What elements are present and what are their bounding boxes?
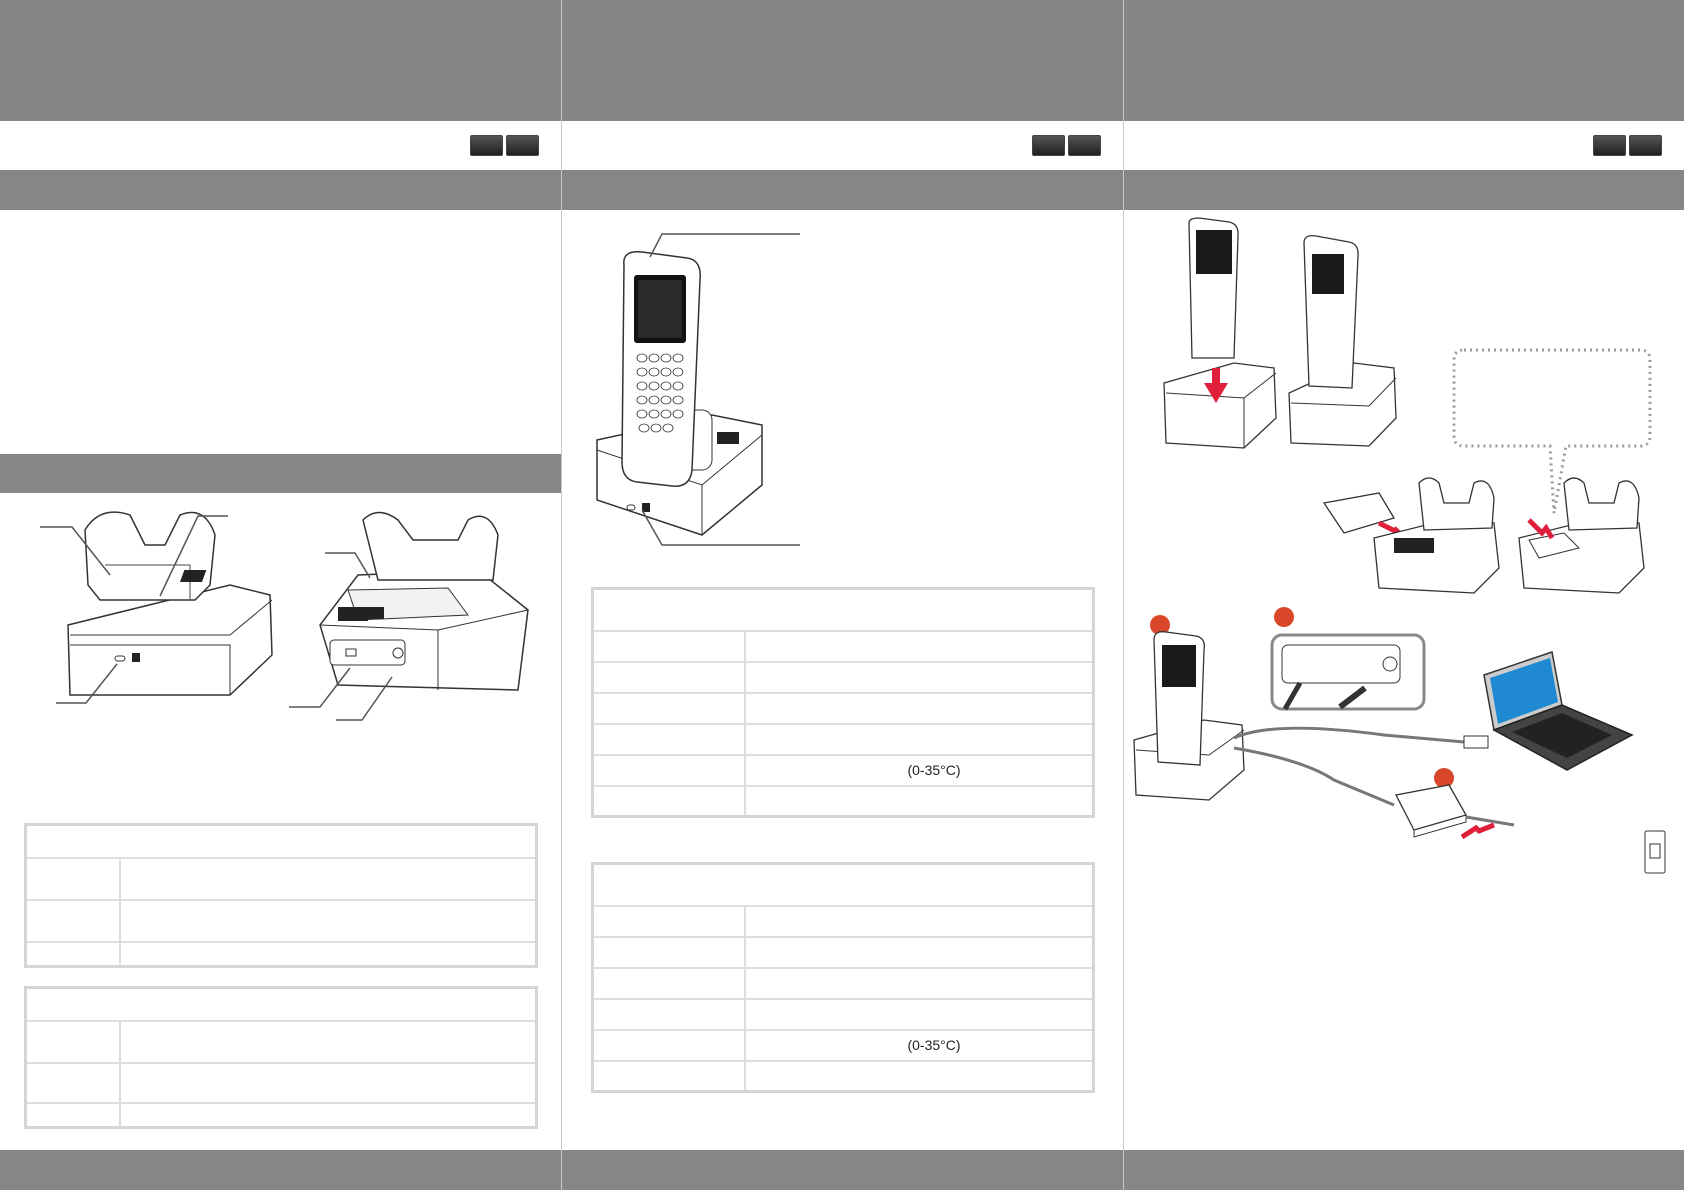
- operating-temperature: (0-35°C): [907, 1037, 961, 1053]
- table-row: [591, 935, 1095, 969]
- wall-outlet-icon: [1644, 830, 1666, 874]
- spec-table-1: [24, 823, 538, 968]
- table-header-row: [591, 862, 1095, 907]
- table-row: (0-35°C): [591, 1028, 1095, 1062]
- laptop-illustration: [1483, 651, 1634, 771]
- panel-middle: (0-35°C) (0-35°C): [562, 0, 1123, 1190]
- spec-table-3: (0-35°C): [591, 587, 1095, 818]
- cables: [1233, 726, 1489, 807]
- panel-left: [0, 0, 561, 1190]
- footer-band: [0, 1150, 561, 1190]
- table-header-row: [591, 587, 1095, 632]
- table-row: [591, 1059, 1095, 1093]
- arrow-right-icon: [1460, 822, 1495, 840]
- table-row: [591, 997, 1095, 1031]
- power-adapter-illustration: [1395, 784, 1515, 840]
- panel-right: [1124, 0, 1684, 1190]
- table-row: [591, 722, 1095, 756]
- table-header-row: [24, 986, 538, 1022]
- table-row: [591, 966, 1095, 1000]
- footer-band: [1124, 1150, 1684, 1190]
- table-row: [591, 629, 1095, 663]
- callout-lines-right: [289, 552, 393, 721]
- spec-table-2: [24, 986, 538, 1129]
- footer-band: [562, 1150, 1123, 1190]
- table-row: [591, 660, 1095, 694]
- device-callouts: [641, 233, 800, 546]
- spec-table-4: (0-35°C): [591, 862, 1095, 1093]
- table-row: (0-35°C): [591, 753, 1095, 787]
- table-header-row: [24, 823, 538, 859]
- table-row: [591, 784, 1095, 818]
- operating-temperature: (0-35°C): [907, 762, 961, 778]
- table-row: [591, 904, 1095, 938]
- table-row: [591, 691, 1095, 725]
